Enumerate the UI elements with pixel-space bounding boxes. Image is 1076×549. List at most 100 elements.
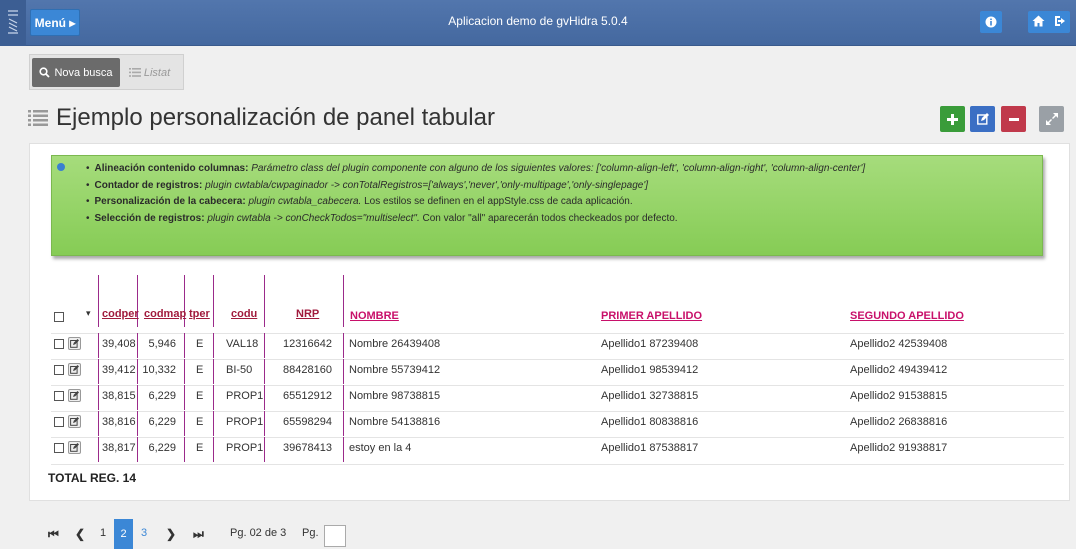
column-divider [98,411,99,436]
cell-nrp: 65598294 [283,416,332,428]
table-row[interactable]: 38,815 6,229 E PROP1 65512912 Nombre 98738815… [0,385,1064,410]
column-divider [343,411,344,436]
nav-actions [1028,11,1070,33]
logout-icon[interactable] [1054,15,1066,30]
app-logo [0,0,26,46]
header-codmap[interactable]: codmap [144,308,186,320]
header-codu[interactable]: codu [231,308,257,320]
info-item: Contador de registros: plugin cwtabla/cw… [86,178,865,195]
add-button[interactable] [940,106,965,132]
cell-nombre: Nombre 54138816 [349,416,441,428]
cell-nombre: estoy en la 4 [349,442,412,454]
column-divider [137,359,138,384]
column-divider [264,437,265,462]
nova-busca-button[interactable]: Nova busca [32,58,120,87]
column-divider [137,333,138,358]
row-border [51,359,1064,360]
menu-button[interactable]: Menú ▸ [30,9,80,36]
cell-codmap: 6,229 [148,416,176,428]
row-checkbox[interactable] [54,365,64,375]
column-divider [184,437,185,462]
first-page-icon[interactable]: ⏮ [48,527,59,542]
last-page-icon[interactable]: ⏭ [193,527,204,542]
row-checkbox[interactable] [54,417,64,427]
row-edit-icon[interactable] [68,363,81,376]
cell-codu: PROP1 [226,390,264,402]
page-link[interactable]: 3 [141,527,147,539]
column-divider [343,437,344,462]
top-navbar [0,0,1076,46]
cell-codper: 38,815 [102,390,136,402]
header-segundo-apellido[interactable]: SEGUNDO APELLIDO [850,310,964,322]
search-icon [39,67,51,78]
cell-apellido1: Apellido1 98539412 [601,364,699,376]
next-page-icon[interactable]: ❯ [166,527,176,541]
cell-apellido2: Apellido2 49439412 [850,364,948,376]
column-divider [98,385,99,410]
cell-nombre: Nombre 98738815 [349,390,441,402]
cell-codper: 38,817 [102,442,136,454]
column-divider [98,275,99,327]
row-checkbox[interactable] [54,443,64,453]
row-edit-icon[interactable] [68,441,81,454]
info-item: Personalización de la cabecera: plugin c… [86,194,865,211]
goto-page-input[interactable] [324,525,346,547]
row-border [51,437,1064,438]
cell-tper: E [196,338,204,350]
info-box: Alineación contenido columnas: Parámetro… [51,155,1043,256]
list-icon [28,110,48,126]
info-icon [57,163,65,171]
column-divider [343,275,344,327]
info-icon[interactable] [980,11,1002,33]
page-link[interactable]: 1 [100,527,106,539]
header-nrp[interactable]: NRP [296,308,319,320]
cell-tper: E [196,390,204,402]
prev-page-icon[interactable]: ❮ [75,527,85,541]
plus-icon [947,113,958,125]
row-edit-icon[interactable] [68,389,81,402]
column-divider [213,359,214,384]
expand-button[interactable] [1039,106,1064,132]
cell-apellido2: Apellido2 91938817 [850,442,948,454]
cell-apellido2: Apellido2 91538815 [850,390,948,402]
header-nombre[interactable]: NOMBRE [350,310,399,322]
table-row[interactable]: 38,817 6,229 E PROP1 39678413 estoy en la 4 Ap… [0,437,1064,462]
home-icon[interactable] [1032,15,1045,30]
row-edit-icon[interactable] [68,337,81,350]
table-row[interactable]: 38,816 6,229 E PROP1 65598294 Nombre 54138816… [0,411,1064,436]
info-item: Selección de registros: plugin cwtabla -… [86,211,865,228]
header-primer-apellido[interactable]: PRIMER APELLIDO [601,310,702,322]
select-all-checkbox[interactable] [54,312,64,322]
row-checkbox[interactable] [54,391,64,401]
delete-button[interactable] [1001,106,1026,132]
nova-busca-label: Nova busca [54,66,113,79]
select-dropdown-icon[interactable]: ▾ [86,308,91,319]
info-item: Alineación contenido columnas: Parámetro… [86,161,866,178]
cell-codper: 39,412 [102,364,136,376]
listat-button[interactable]: Listat [121,58,178,87]
cell-nrp: 65512912 [283,390,332,402]
page-title: Ejemplo personalización de panel tabular [56,104,495,131]
expand-icon [1045,113,1058,125]
row-checkbox[interactable] [54,339,64,349]
header-tper[interactable]: tper [189,308,210,320]
total-records: TOTAL REG. 14 [48,471,137,485]
header-codper[interactable]: codper [102,308,139,320]
column-divider [213,411,214,436]
row-edit-icon[interactable] [68,415,81,428]
column-divider [343,385,344,410]
cell-tper: E [196,364,204,376]
cell-codmap: 6,229 [148,390,176,402]
table-row[interactable]: 39,412 10,332 E BI-50 88428160 Nombre 5573941… [0,359,1064,384]
cell-codmap: 6,229 [148,442,176,454]
cell-tper: E [196,442,204,454]
edit-icon [976,113,989,125]
row-border [51,333,1064,334]
page-link-active[interactable]: 2 [114,519,133,549]
cell-apellido1: Apellido1 87538817 [601,442,699,454]
table-row[interactable]: 39,408 5,946 E VAL18 12316642 Nombre 26439408… [0,333,1064,358]
cell-codu: VAL18 [226,338,259,350]
column-divider [264,275,265,327]
column-divider [184,411,185,436]
edit-button[interactable] [970,106,995,132]
